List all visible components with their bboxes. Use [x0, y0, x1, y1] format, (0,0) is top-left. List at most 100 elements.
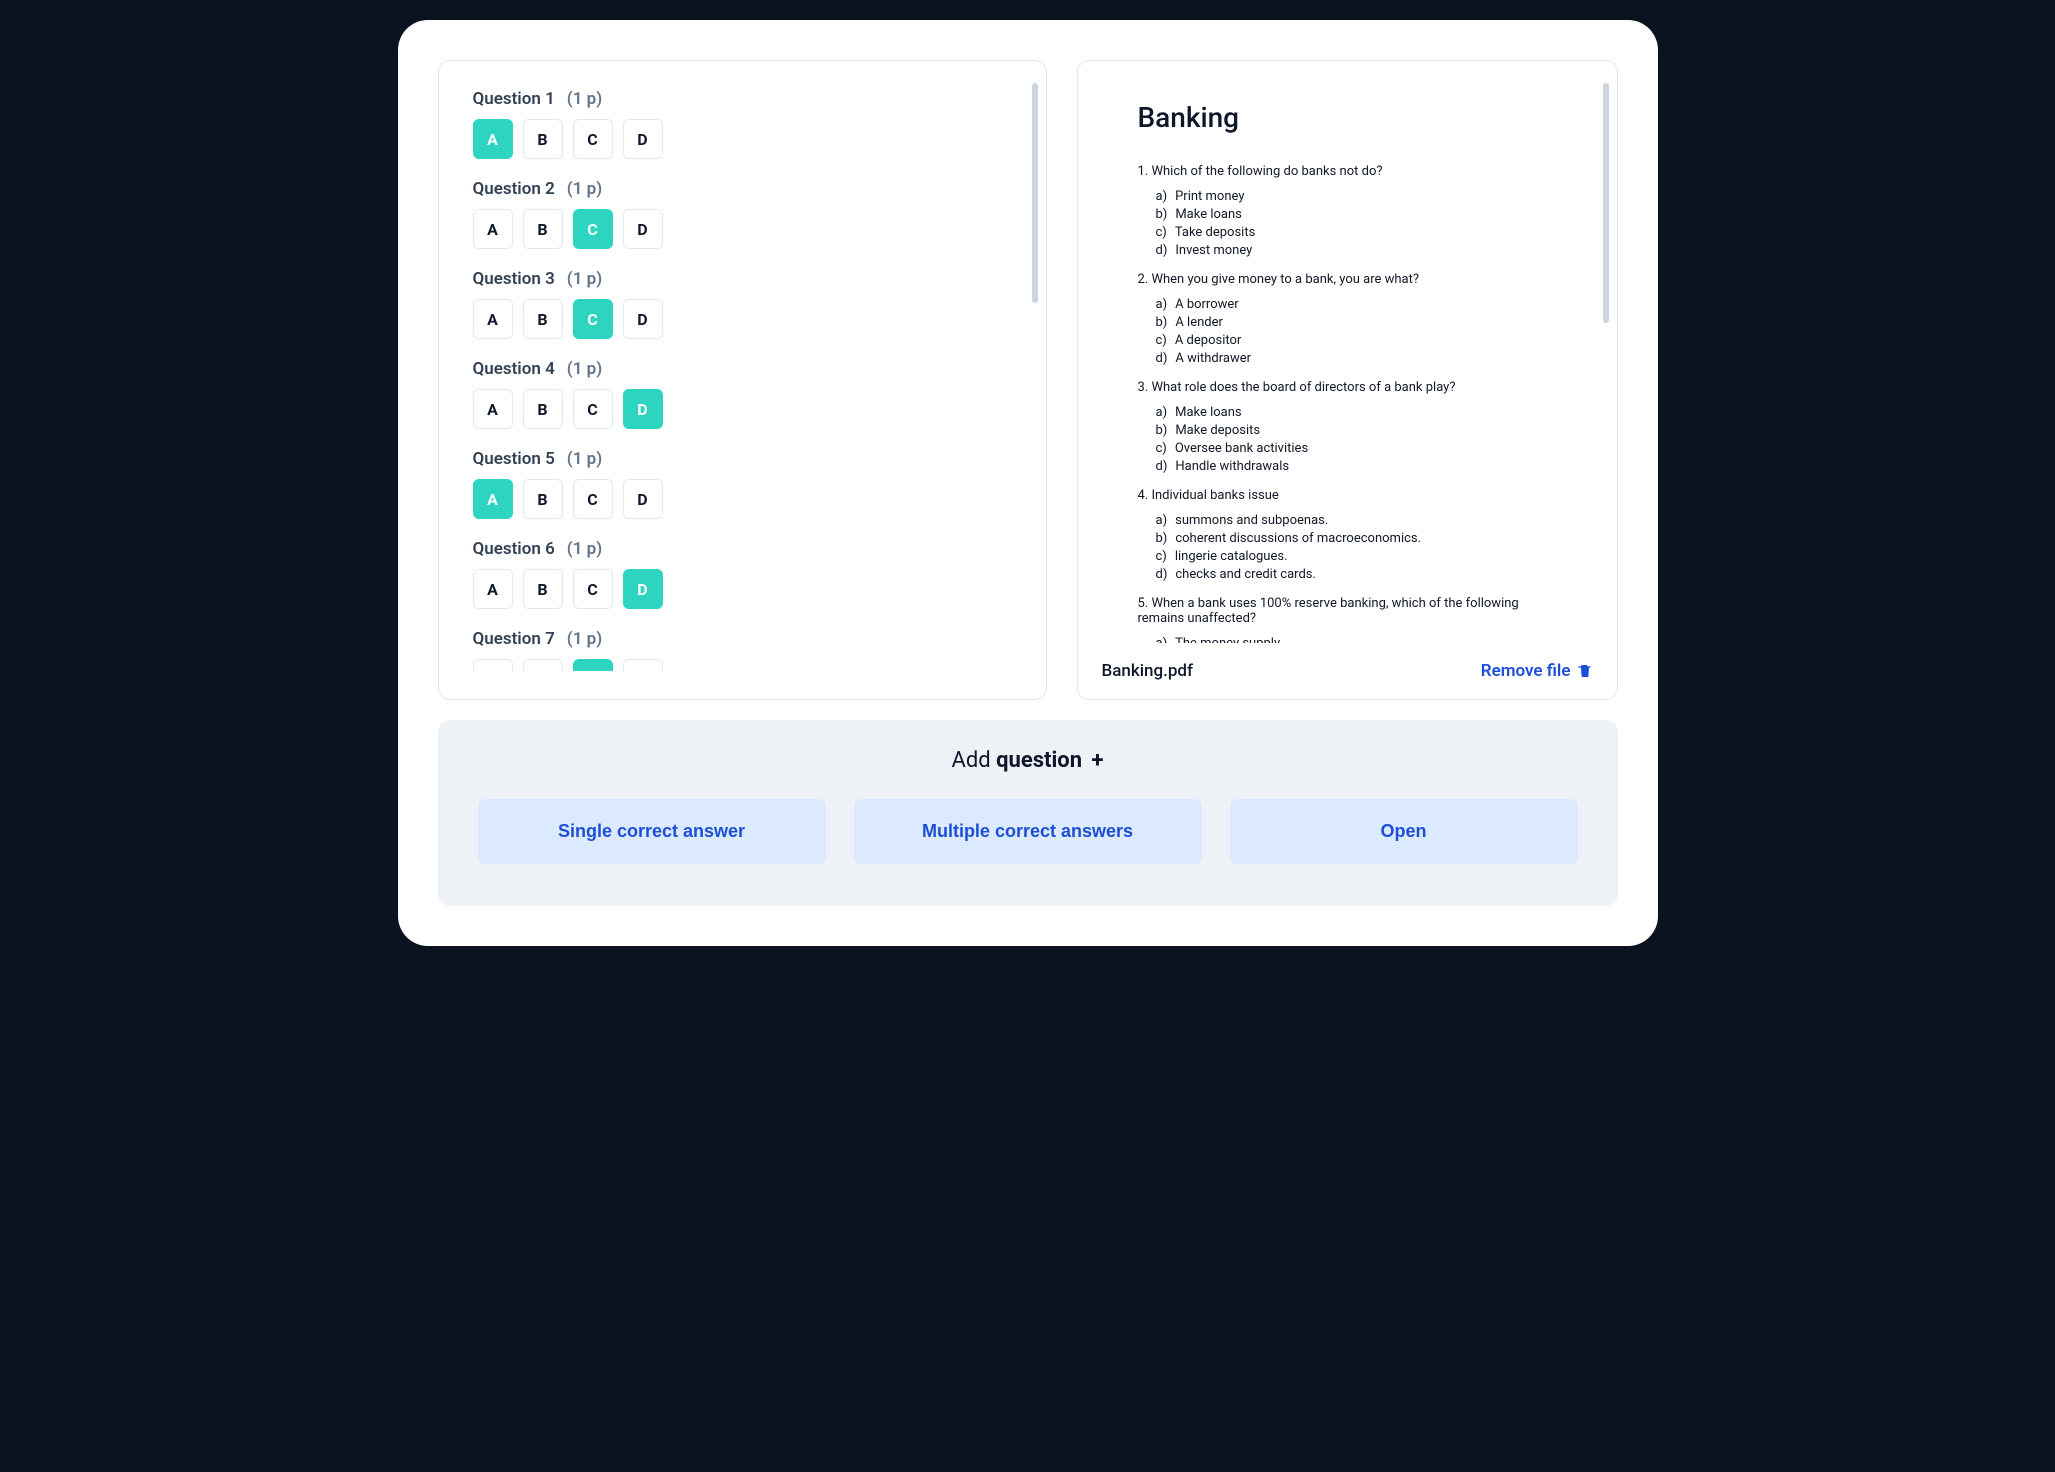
answer-row: ABCD — [473, 209, 1004, 249]
doc-option-letter: a) — [1156, 189, 1168, 204]
doc-option-text: lingerie catalogues. — [1175, 549, 1288, 564]
answer-option-b[interactable]: B — [523, 659, 563, 671]
answer-option-a[interactable]: A — [473, 209, 513, 249]
answer-option-d[interactable]: D — [623, 479, 663, 519]
doc-question: 4. Individual banks issue a) summons and s… — [1138, 488, 1557, 582]
answer-option-d[interactable]: D — [623, 659, 663, 671]
answer-option-d[interactable]: D — [623, 569, 663, 609]
answer-option-c[interactable]: C — [573, 479, 613, 519]
answer-row: ABCD — [473, 479, 1004, 519]
doc-option-text: coherent discussions of macroeconomics. — [1175, 531, 1421, 546]
question-header: Question 7 (1 p) — [473, 629, 1004, 649]
doc-option: b)Make deposits — [1156, 423, 1557, 438]
doc-option-letter: a) — [1156, 297, 1168, 312]
doc-question: 1. Which of the following do banks not d… — [1138, 164, 1557, 258]
answer-option-c[interactable]: C — [573, 299, 613, 339]
question-label: Question 2 — [473, 179, 555, 199]
doc-option: b) A lender — [1156, 315, 1557, 330]
answer-option-c[interactable]: C — [573, 119, 613, 159]
answer-option-a[interactable]: A — [473, 119, 513, 159]
answer-option-a[interactable]: A — [473, 569, 513, 609]
answer-option-a[interactable]: A — [473, 389, 513, 429]
doc-option: a) Make loans — [1156, 405, 1557, 420]
doc-option-letter: b) — [1156, 531, 1168, 546]
doc-question: 3. What role does the board of directors… — [1138, 380, 1557, 474]
question-header: Question 3(1 p) — [473, 269, 1004, 289]
answer-option-d[interactable]: D — [623, 119, 663, 159]
doc-option-letter: b) — [1156, 315, 1168, 330]
doc-option-text: Handle withdrawals — [1175, 459, 1289, 474]
answer-option-a[interactable]: A — [473, 479, 513, 519]
answer-option-d[interactable]: D — [623, 209, 663, 249]
doc-option: c) lingerie catalogues. — [1156, 549, 1557, 564]
doc-options: a) summons and subpoenas. b) coherent discu… — [1138, 513, 1557, 582]
doc-option: d)A withdrawer — [1156, 351, 1557, 366]
question-points: (1 p) — [567, 359, 602, 379]
question-block: Question 4 (1 p) ABCD — [473, 359, 1004, 429]
question-label: Question 5 — [473, 449, 555, 469]
answer-option-c[interactable]: C — [573, 209, 613, 249]
answer-option-b[interactable]: B — [523, 299, 563, 339]
question-points: (1 p) — [567, 179, 602, 199]
doc-option-text: A withdrawer — [1175, 351, 1251, 366]
answer-option-b[interactable]: B — [523, 209, 563, 249]
add-label: Add — [951, 748, 990, 773]
question-points: (1 p) — [567, 269, 602, 289]
question-block: Question 1(1 p)ABCD — [473, 89, 1004, 159]
question-type-button[interactable]: Multiple correct answers — [854, 799, 1202, 864]
doc-question-text: 2. When you give money to a bank, you ar… — [1138, 272, 1557, 287]
question-block: Question 5 (1 p) ABCD — [473, 449, 1004, 519]
answer-option-c[interactable]: C — [573, 659, 613, 671]
question-type-button[interactable]: Single correct answer — [478, 799, 826, 864]
answer-option-b[interactable]: B — [523, 569, 563, 609]
doc-option: b) coherent discussions of macroeconomics… — [1156, 531, 1557, 546]
answer-option-b[interactable]: B — [523, 119, 563, 159]
answer-option-d[interactable]: D — [623, 389, 663, 429]
answer-option-c[interactable]: C — [573, 389, 613, 429]
document-filename: Banking.pdf — [1102, 661, 1194, 681]
doc-option-text: A depositor — [1175, 333, 1241, 348]
answer-option-b[interactable]: B — [523, 479, 563, 519]
question-type-button[interactable]: Open — [1230, 799, 1578, 864]
question-block: Question 6(1 p) ABCD — [473, 539, 1004, 609]
doc-option-text: A lender — [1175, 315, 1223, 330]
answer-option-a[interactable]: A — [473, 299, 513, 339]
doc-question-text: 5. When a bank uses 100% reserve banking… — [1138, 596, 1557, 626]
doc-option-letter: a) — [1156, 405, 1168, 420]
scrollbar-left[interactable] — [1032, 83, 1038, 303]
answer-option-b[interactable]: B — [523, 389, 563, 429]
doc-option-text: Print money — [1175, 189, 1244, 204]
doc-question-text: 4. Individual banks issue — [1138, 488, 1557, 503]
remove-file-button[interactable]: Remove file — [1481, 661, 1593, 681]
doc-option-text: Make loans — [1175, 207, 1242, 222]
question-points: (1 p) — [567, 449, 602, 469]
add-question-header: Add question + — [478, 748, 1578, 773]
plus-icon: + — [1092, 748, 1104, 773]
question-header: Question 6(1 p) — [473, 539, 1004, 559]
question-block: Question 2 (1 p) ABCD — [473, 179, 1004, 249]
question-label: Question 4 — [473, 359, 555, 379]
question-header: Question 4 (1 p) — [473, 359, 1004, 379]
document-view[interactable]: Banking 1. Which of the following do ban… — [1078, 61, 1617, 643]
doc-option: c)Take deposits — [1156, 225, 1557, 240]
doc-options: a)A borrowerb)A lenderc)A depositord)A w… — [1138, 297, 1557, 366]
questions-scroll[interactable]: Question 1(1 p)ABCDQuestion 2(1 p)ABCDQu… — [473, 89, 1012, 671]
doc-option: b)Make loans — [1156, 207, 1557, 222]
doc-option-letter: c) — [1156, 549, 1167, 564]
answer-key-panel: Question 1(1 p)ABCDQuestion 2(1 p)ABCDQu… — [438, 60, 1047, 700]
answer-option-d[interactable]: D — [623, 299, 663, 339]
answer-option-a[interactable]: A — [473, 659, 513, 671]
doc-option-text: summons and subpoenas. — [1175, 513, 1328, 528]
question-label: Question 7 — [473, 629, 555, 649]
doc-option: a) summons and subpoenas. — [1156, 513, 1557, 528]
doc-question: 2. When you give money to a bank, you ar… — [1138, 272, 1557, 366]
doc-option-letter: c) — [1156, 441, 1167, 456]
doc-option-text: Make loans — [1175, 405, 1242, 420]
question-label: Question 1 — [473, 89, 555, 109]
doc-option-letter: a) — [1156, 513, 1168, 528]
answer-option-c[interactable]: C — [573, 569, 613, 609]
answer-row: ABCD — [473, 569, 1004, 609]
top-row: Question 1(1 p)ABCDQuestion 2(1 p)ABCDQu… — [438, 60, 1618, 700]
question-points: (1 p) — [567, 629, 602, 649]
doc-option-text: Make deposits — [1175, 423, 1260, 438]
